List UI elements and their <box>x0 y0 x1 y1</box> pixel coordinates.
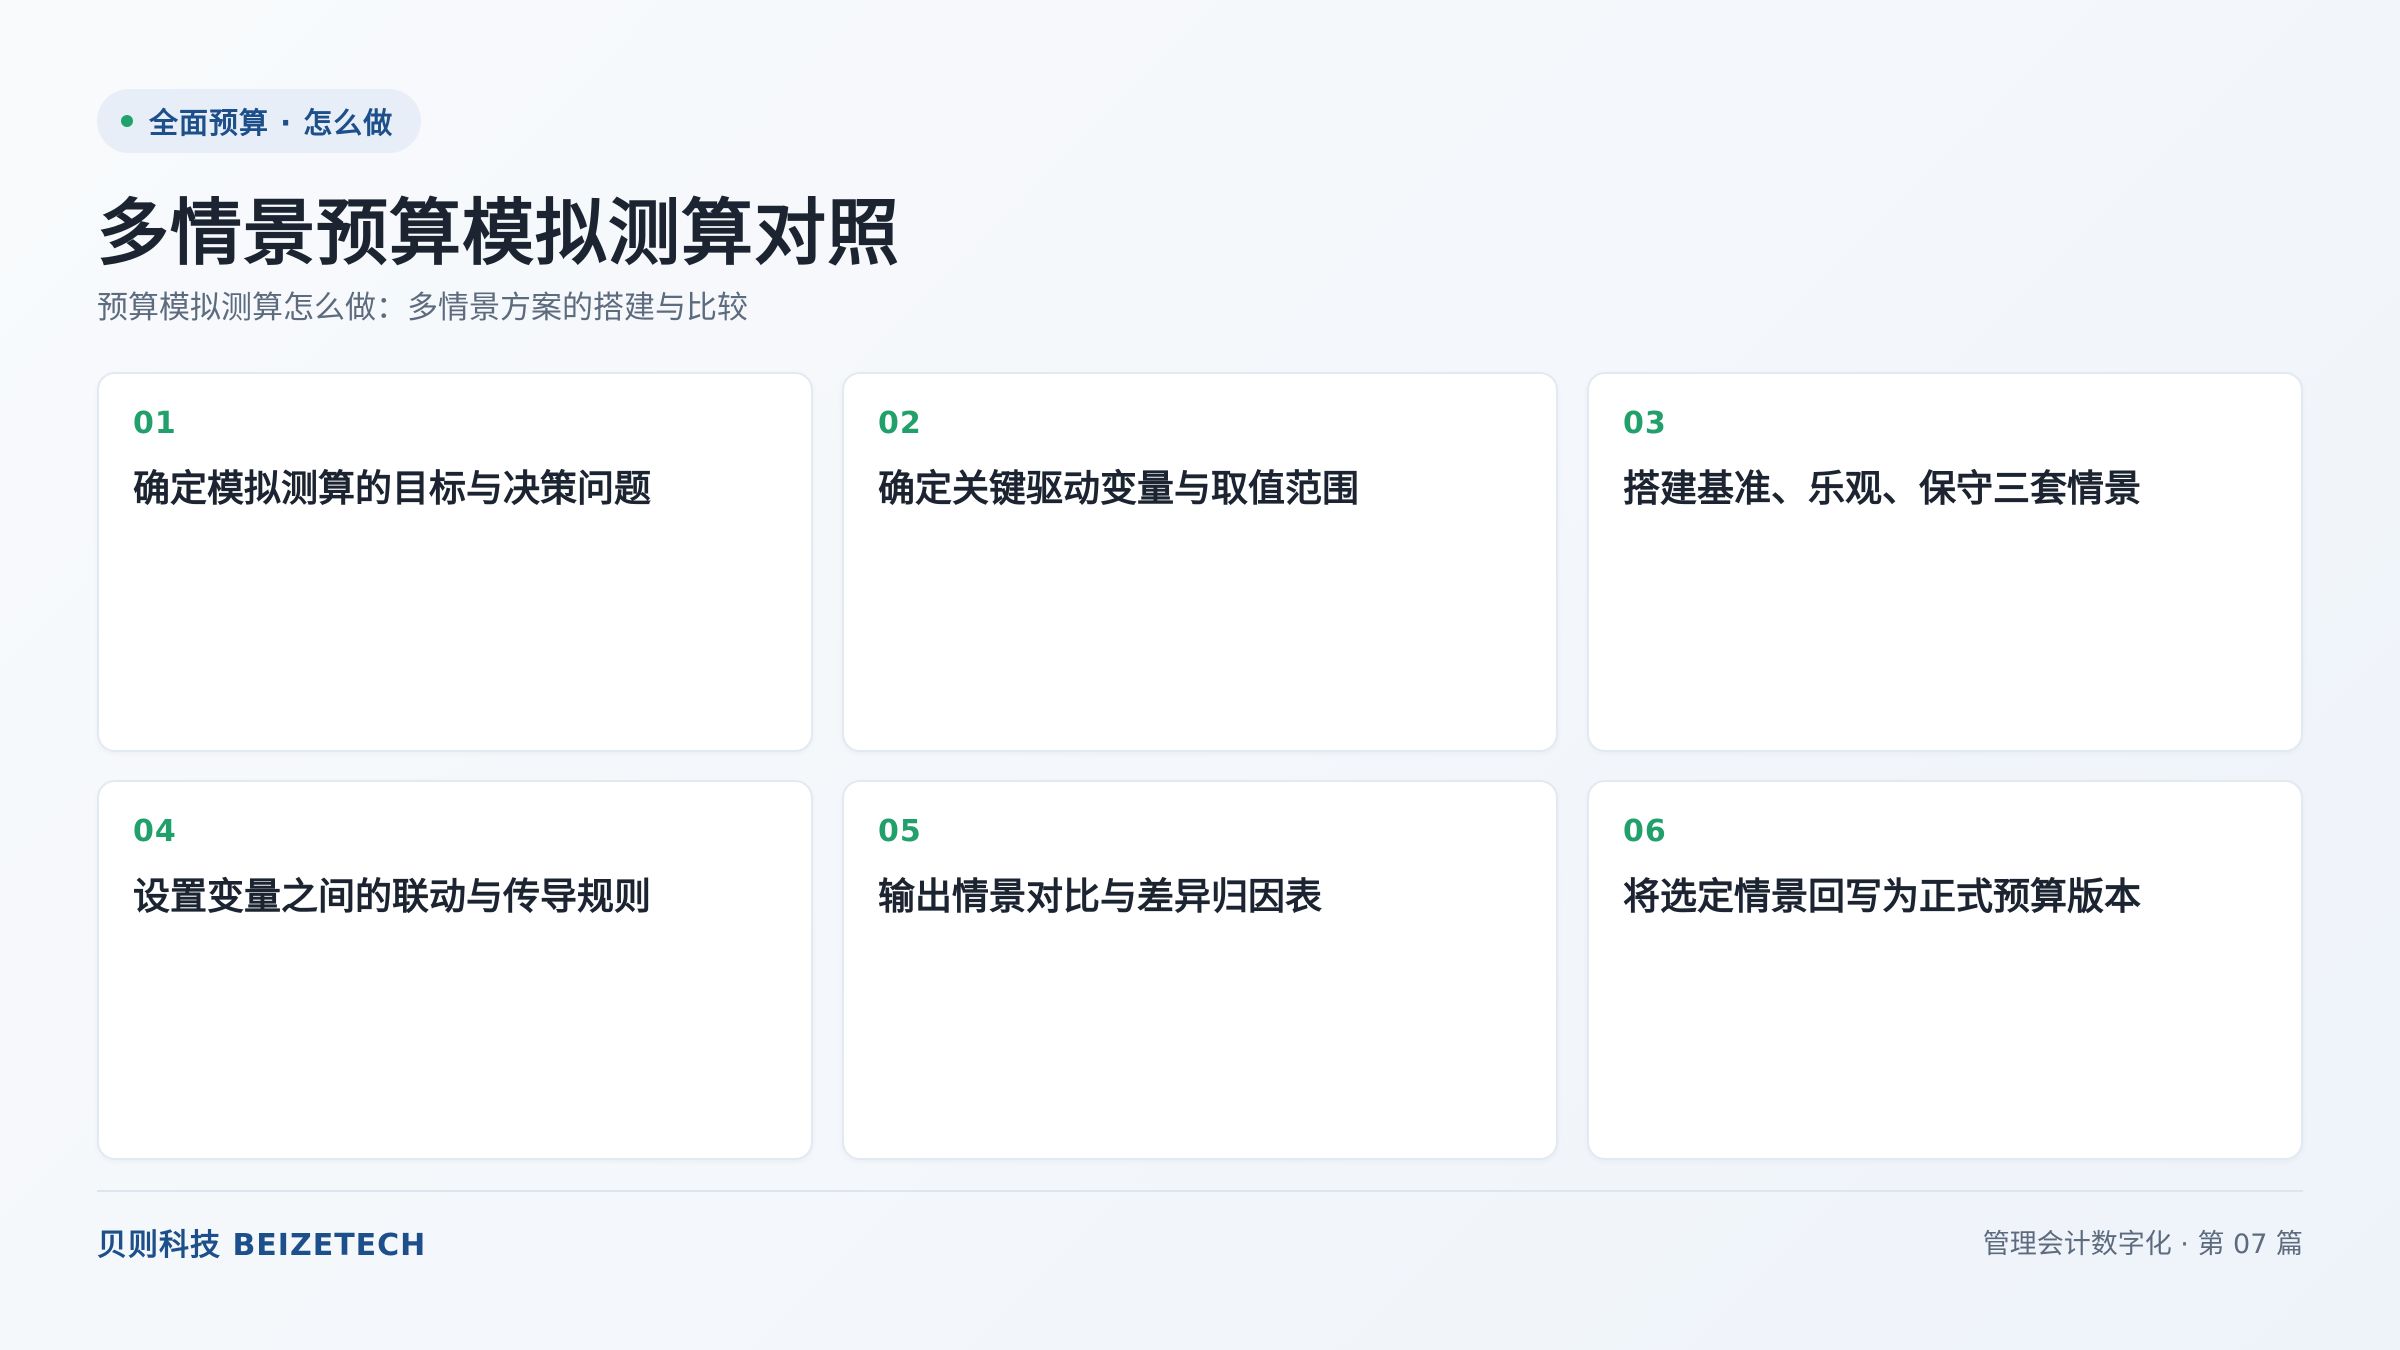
step-card-06: 06 将选定情景回写为正式预算版本 <box>1587 780 2303 1160</box>
badge-dot-icon <box>121 115 133 127</box>
step-title: 设置变量之间的联动与传导规则 <box>133 875 651 918</box>
step-card-03: 03 搭建基准、乐观、保守三套情景 <box>1587 372 2303 752</box>
footer-brand: 贝则科技 BEIZETECH <box>97 1228 427 1263</box>
step-number: 05 <box>878 814 922 849</box>
step-number: 01 <box>133 406 177 441</box>
step-title: 将选定情景回写为正式预算版本 <box>1623 875 2141 918</box>
steps-grid: 01 确定模拟测算的目标与决策问题 02 确定关键驱动变量与取值范围 03 搭建… <box>97 372 2303 1160</box>
step-number: 03 <box>1623 406 1667 441</box>
section-badge: 全面预算 · 怎么做 <box>97 89 422 153</box>
step-number: 02 <box>878 406 922 441</box>
badge-label: 全面预算 · 怎么做 <box>149 106 394 140</box>
step-title: 确定模拟测算的目标与决策问题 <box>133 467 651 510</box>
page-subtitle: 预算模拟测算怎么做：多情景方案的搭建与比较 <box>97 290 748 326</box>
step-number: 06 <box>1623 814 1667 849</box>
step-card-04: 04 设置变量之间的联动与传导规则 <box>97 780 813 1160</box>
footer-divider <box>97 1190 2303 1192</box>
slide-page: 全面预算 · 怎么做 多情景预算模拟测算对照 预算模拟测算怎么做：多情景方案的搭… <box>0 0 2400 1350</box>
step-card-02: 02 确定关键驱动变量与取值范围 <box>842 372 1558 752</box>
step-number: 04 <box>133 814 177 849</box>
footer-series-label: 管理会计数字化 · 第 07 篇 <box>1982 1229 2303 1260</box>
step-card-01: 01 确定模拟测算的目标与决策问题 <box>97 372 813 752</box>
step-card-05: 05 输出情景对比与差异归因表 <box>842 780 1558 1160</box>
step-title: 输出情景对比与差异归因表 <box>878 875 1322 918</box>
step-title: 搭建基准、乐观、保守三套情景 <box>1623 467 2141 510</box>
page-title: 多情景预算模拟测算对照 <box>97 191 901 275</box>
step-title: 确定关键驱动变量与取值范围 <box>878 467 1359 510</box>
